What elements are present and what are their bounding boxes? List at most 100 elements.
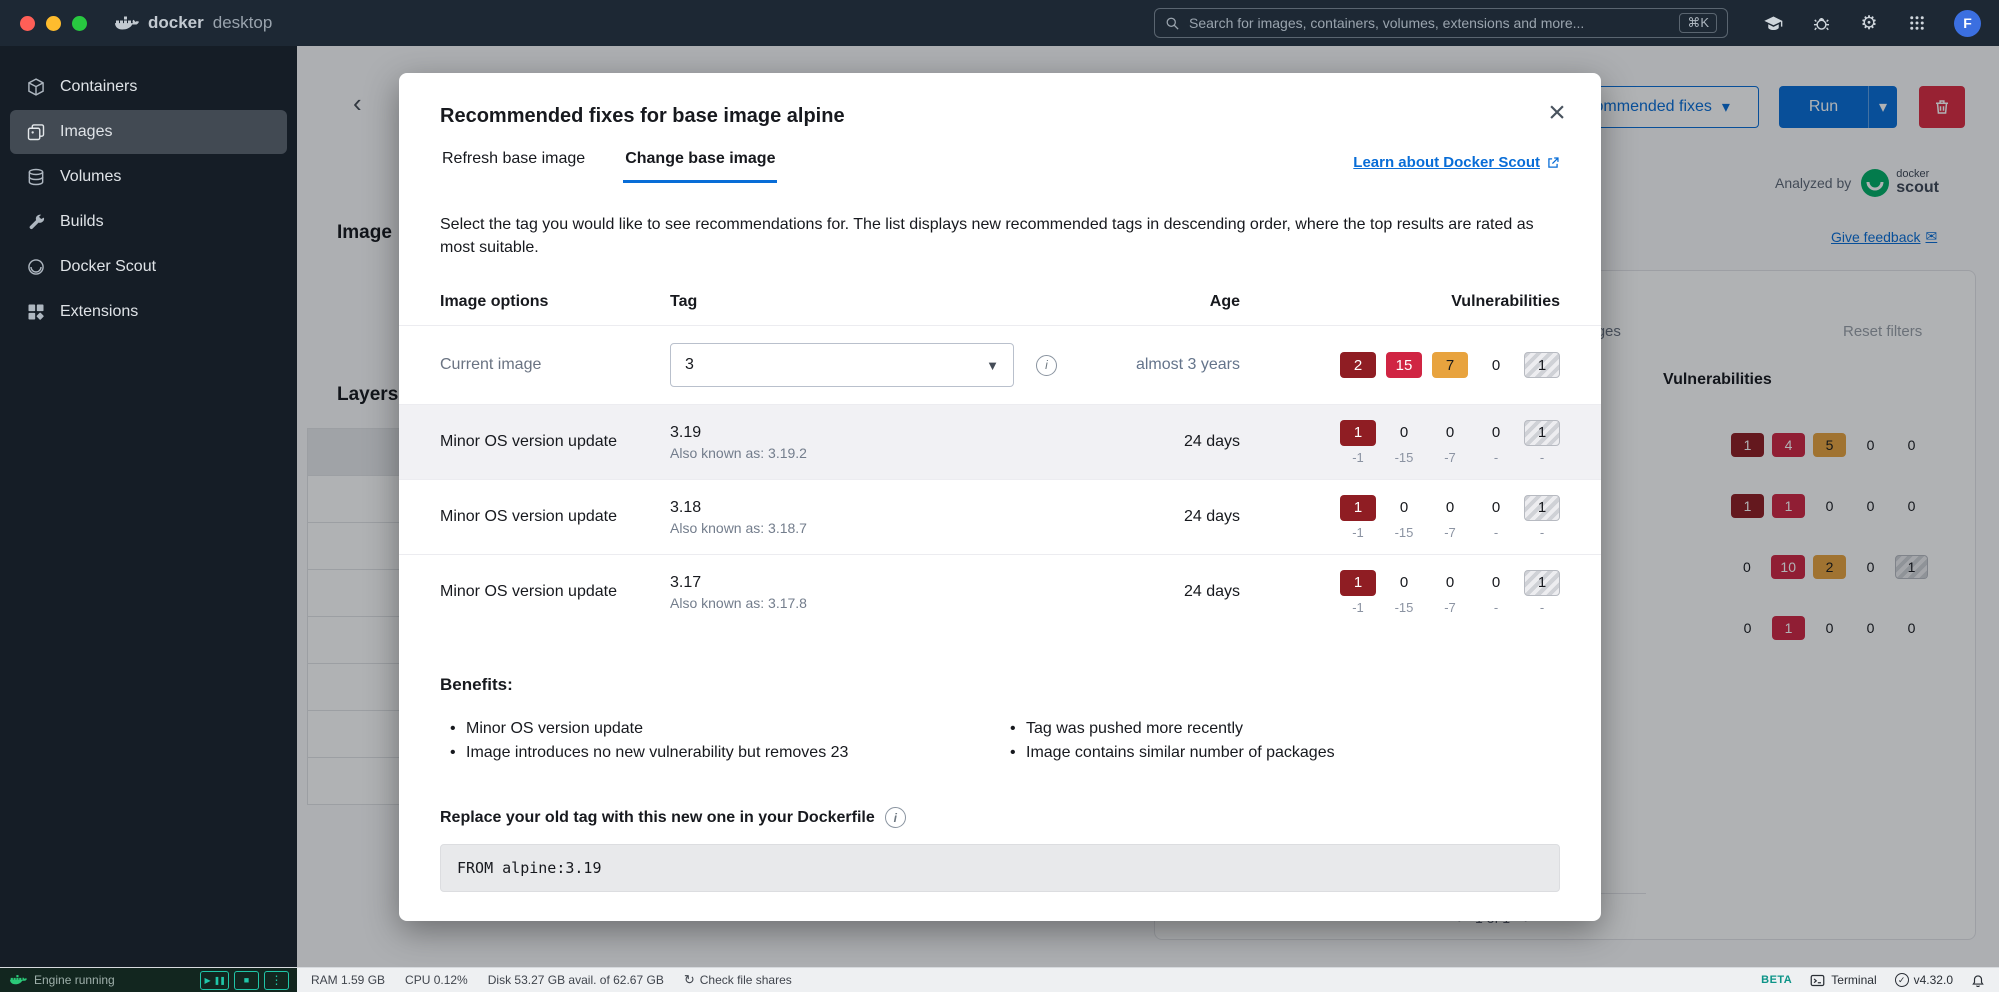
benefits-title: Benefits: — [440, 675, 1560, 695]
table-row-recommendation[interactable]: Minor OS version update 3.18 Also known … — [399, 479, 1601, 554]
vuln-delta: -15 — [1395, 450, 1414, 465]
vuln-badge-low: 0 — [1478, 495, 1514, 521]
dockerfile-label-text: Replace your old tag with this new one i… — [440, 809, 875, 827]
volumes-icon — [26, 167, 46, 187]
check-file-shares-label: Check file shares — [700, 973, 792, 987]
global-search-input[interactable]: Search for images, containers, volumes, … — [1154, 8, 1728, 38]
table-header-row: Image options Tag Age Vulnerabilities — [440, 283, 1560, 325]
row-age: 24 days — [1184, 583, 1240, 601]
dockerfile-code-snippet[interactable]: FROM alpine:3.19 — [440, 844, 1560, 892]
vuln-badge-critical: 1 — [1340, 570, 1376, 596]
benefits-lists: Minor OS version update Image introduces… — [440, 717, 1560, 765]
check-file-shares-button[interactable]: Check file shares — [684, 972, 792, 988]
version-indicator[interactable]: v4.32.0 — [1895, 973, 1953, 987]
benefit-item: Image introduces no new vulnerability bu… — [440, 741, 1000, 765]
info-icon[interactable] — [1036, 355, 1057, 376]
sidebar-item-label: Containers — [60, 78, 137, 96]
row-tag: 3.18 — [670, 499, 1070, 517]
recommended-fixes-dialog: Recommended fixes for base image alpine … — [399, 73, 1601, 921]
vuln-badge-critical: 1 — [1340, 420, 1376, 446]
vuln-delta: - — [1540, 600, 1544, 615]
terminal-label: Terminal — [1831, 973, 1876, 987]
docker-scout-icon — [26, 257, 46, 277]
row-age: 24 days — [1184, 433, 1240, 451]
vuln-delta: -1 — [1352, 525, 1364, 540]
header-age: Age — [1210, 293, 1240, 311]
beta-badge: BETA — [1761, 974, 1792, 986]
row-tag-alias: Also known as: 3.18.7 — [670, 520, 1070, 536]
search-placeholder: Search for images, containers, volumes, … — [1189, 15, 1584, 31]
sidebar-item-volumes[interactable]: Volumes — [10, 155, 287, 199]
vuln-badge-unspecified: 1 — [1524, 495, 1560, 521]
sidebar-item-images[interactable]: Images — [10, 110, 287, 154]
engine-more-options-button[interactable] — [264, 971, 289, 990]
builds-icon — [26, 212, 46, 232]
row-vulnerabilities: 1-1 0-15 0-7 0- 1- — [1340, 495, 1560, 540]
vuln-badge-medium: 0 — [1432, 495, 1468, 521]
row-tag: 3.17 — [670, 574, 1070, 592]
sidebar-item-builds[interactable]: Builds — [10, 200, 287, 244]
vuln-delta: -15 — [1395, 600, 1414, 615]
vuln-badge-low: 0 — [1478, 352, 1514, 378]
status-bar: Engine running RAM 1.59 GB CPU 0.12% Dis… — [0, 967, 1999, 992]
maximize-window-button[interactable] — [72, 16, 87, 31]
benefit-item: Minor OS version update — [440, 717, 1000, 741]
dialog-description: Select the tag you would like to see rec… — [440, 213, 1560, 259]
bug-report-icon[interactable] — [1810, 12, 1832, 34]
tab-refresh-base-image[interactable]: Refresh base image — [440, 150, 587, 183]
row-age: almost 3 years — [1136, 356, 1240, 374]
row-option-label: Current image — [440, 356, 670, 374]
search-shortcut-hint: ⌘K — [1679, 13, 1717, 33]
play-pause-button[interactable] — [200, 971, 229, 990]
minimize-window-button[interactable] — [46, 16, 61, 31]
app-brand: docker desktop — [115, 13, 272, 33]
user-avatar[interactable]: F — [1954, 10, 1981, 37]
tab-change-base-image[interactable]: Change base image — [623, 150, 777, 183]
benefit-item: Image contains similar number of package… — [1000, 741, 1560, 765]
learn-about-docker-scout-link[interactable]: Learn about Docker Scout — [1353, 154, 1560, 183]
learning-center-icon[interactable] — [1762, 12, 1784, 34]
vuln-delta: - — [1540, 450, 1544, 465]
vuln-badge-medium: 7 — [1432, 352, 1468, 378]
vuln-badge-unspecified: 1 — [1524, 420, 1560, 446]
statusbar-right: BETA Terminal v4.32.0 — [1761, 973, 1985, 988]
notifications-bell-icon[interactable] — [1971, 973, 1985, 987]
header-tag: Tag — [670, 293, 1070, 311]
close-window-button[interactable] — [20, 16, 35, 31]
tag-select-dropdown[interactable]: 3 — [670, 343, 1014, 387]
engine-whale-icon — [10, 974, 27, 986]
sidebar-item-label: Images — [60, 123, 112, 141]
engine-status-section: Engine running — [0, 968, 297, 992]
row-vulnerabilities: 1-1 0-15 0-7 0- 1- — [1340, 570, 1560, 615]
table-row-current-image: Current image 3 almost 3 years 2 15 7 0 … — [399, 325, 1601, 404]
vuln-delta: -1 — [1352, 450, 1364, 465]
terminal-button[interactable]: Terminal — [1810, 973, 1876, 988]
table-row-recommendation[interactable]: Minor OS version update 3.17 Also known … — [399, 554, 1601, 629]
resource-stats: RAM 1.59 GB CPU 0.12% Disk 53.27 GB avai… — [311, 972, 792, 988]
header-vulnerabilities: Vulnerabilities — [1451, 293, 1560, 311]
dropdown-caret-icon — [986, 358, 999, 373]
topbar-actions: ⚙ F — [1762, 0, 1981, 46]
dockerfile-instruction-label: Replace your old tag with this new one i… — [440, 807, 1560, 828]
vuln-delta: - — [1540, 525, 1544, 540]
row-vulnerabilities: 1-1 0-15 0-7 0- 1- — [1340, 420, 1560, 465]
settings-gear-icon[interactable]: ⚙ — [1858, 12, 1880, 34]
vuln-badge-low: 0 — [1478, 420, 1514, 446]
cpu-usage: CPU 0.12% — [405, 973, 468, 987]
row-age: 24 days — [1184, 508, 1240, 526]
sidebar-item-extensions[interactable]: Extensions — [10, 290, 287, 334]
dockerfile-code-text: FROM alpine:3.19 — [457, 859, 602, 877]
dashboard-grid-icon[interactable] — [1906, 12, 1928, 34]
sidebar-item-docker-scout[interactable]: Docker Scout — [10, 245, 287, 289]
info-icon[interactable] — [885, 807, 906, 828]
brand-docker-text: docker — [148, 13, 204, 33]
close-icon[interactable] — [1541, 97, 1573, 129]
vuln-badge-high: 15 — [1386, 352, 1422, 378]
row-option-label: Minor OS version update — [440, 433, 670, 451]
disk-usage: Disk 53.27 GB avail. of 62.67 GB — [488, 973, 664, 987]
table-row-recommendation[interactable]: Minor OS version update 3.19 Also known … — [399, 404, 1601, 479]
sidebar-item-containers[interactable]: Containers — [10, 65, 287, 109]
vuln-badge-high: 0 — [1386, 495, 1422, 521]
stop-engine-button[interactable] — [234, 971, 259, 990]
vuln-badge-unspecified: 1 — [1524, 570, 1560, 596]
